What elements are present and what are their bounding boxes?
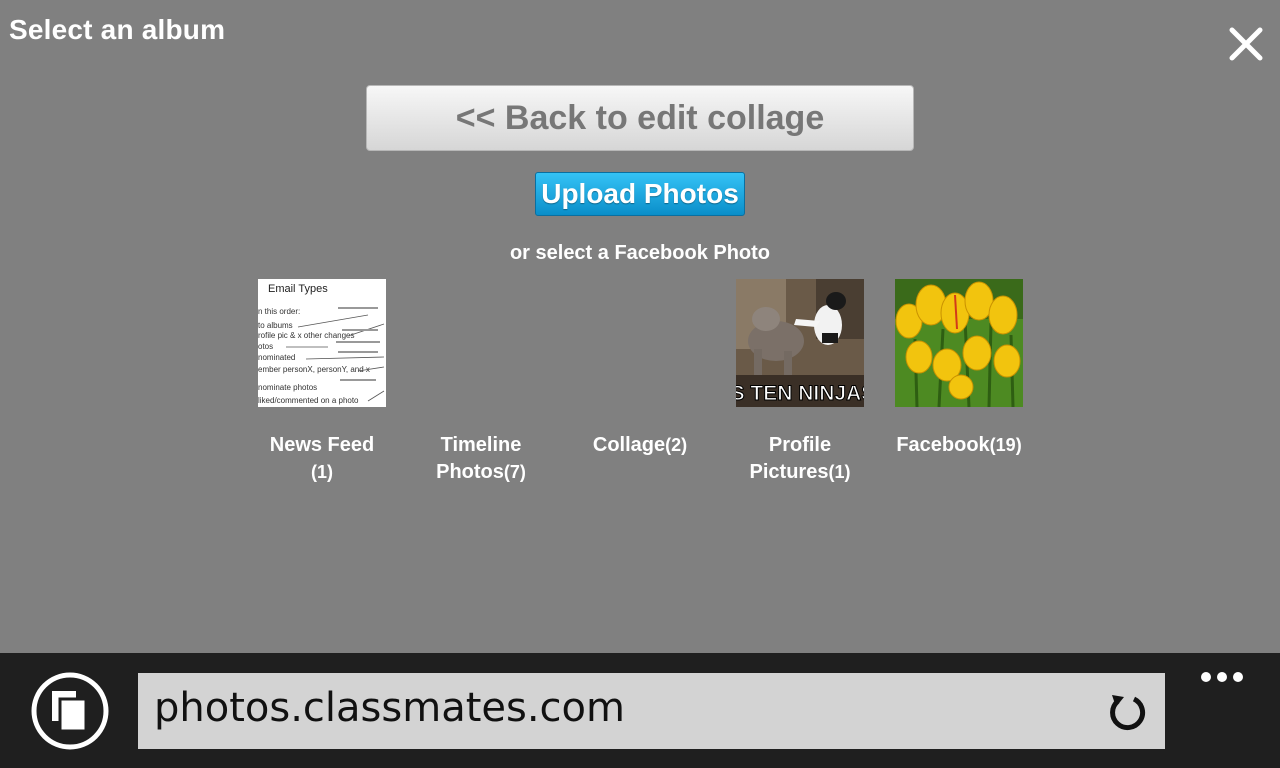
svg-text:otos: otos — [258, 342, 273, 351]
album-picker-dialog: Select an album << Back to edit collage … — [0, 0, 1280, 653]
svg-text:n this order:: n this order: — [258, 307, 300, 316]
album-facebook[interactable]: Facebook(19) — [879, 279, 1039, 456]
svg-text:liked/commented on a photo: liked/commented on a photo — [258, 396, 359, 405]
album-count: (1) — [311, 462, 333, 482]
svg-text:rofile pic & x other changes: rofile pic & x other changes — [258, 331, 355, 340]
album-label: Profile Pictures(1) — [720, 432, 880, 486]
refresh-icon[interactable] — [1104, 689, 1148, 733]
album-news-feed[interactable]: Email Types n this order: to albums rofi… — [242, 279, 402, 482]
album-profile-pictures[interactable]: IS TEN NINJAS Profile Pictures(1) — [720, 279, 880, 483]
browser-address-bar: photos.classmates.com — [0, 653, 1280, 768]
svg-text:ember personX, personY, and x: ember personX, personY, and x — [258, 365, 370, 374]
back-to-edit-collage-button[interactable]: << Back to edit collage — [366, 85, 914, 151]
album-label: Facebook(19) — [879, 432, 1039, 459]
more-dots-icon[interactable] — [1196, 667, 1248, 687]
album-name: Collage — [592, 434, 666, 456]
album-label: Collage(2) — [560, 432, 720, 459]
upload-photos-button[interactable]: Upload Photos — [535, 172, 745, 216]
album-label: News Feed (1) — [242, 432, 402, 486]
album-name: News Feed — [269, 434, 375, 456]
album-name: Facebook — [896, 434, 990, 456]
album-thumbnail-empty — [417, 279, 545, 407]
album-count: (2) — [665, 435, 688, 455]
url-field[interactable]: photos.classmates.com — [138, 673, 1165, 749]
dog-cat-meme-thumbnail: IS TEN NINJAS — [736, 279, 864, 407]
album-name: Profile Pictures — [749, 434, 832, 483]
album-thumbnail — [895, 279, 1023, 407]
album-thumbnail: Email Types n this order: to albums rofi… — [258, 279, 386, 407]
album-count: (1) — [828, 462, 851, 482]
select-facebook-photo-heading: or select a Facebook Photo — [509, 242, 771, 264]
album-label: Timeline Photos(7) — [401, 432, 561, 486]
dialog-title: Select an album — [9, 14, 226, 45]
svg-text:Email Types: Email Types — [268, 283, 328, 295]
album-timeline-photos[interactable]: Timeline Photos(7) — [401, 279, 561, 483]
tabs-icon[interactable] — [30, 671, 110, 751]
svg-text:nominated: nominated — [258, 353, 295, 362]
album-count: (7) — [503, 462, 526, 482]
album-thumbnail-empty — [576, 279, 704, 407]
url-text: photos.classmates.com — [154, 685, 625, 731]
album-collage[interactable]: Collage(2) — [560, 279, 720, 456]
close-icon[interactable] — [1226, 24, 1266, 64]
album-count: (19) — [989, 435, 1022, 455]
yellow-tulips-thumbnail — [895, 279, 1023, 407]
album-thumbnail: IS TEN NINJAS — [736, 279, 864, 407]
svg-text:to albums: to albums — [258, 321, 293, 330]
email-types-document-thumbnail: Email Types n this order: to albums rofi… — [258, 283, 385, 405]
svg-text:IS TEN NINJAS: IS TEN NINJAS — [736, 382, 864, 405]
svg-text:nominate photos: nominate photos — [258, 383, 317, 392]
